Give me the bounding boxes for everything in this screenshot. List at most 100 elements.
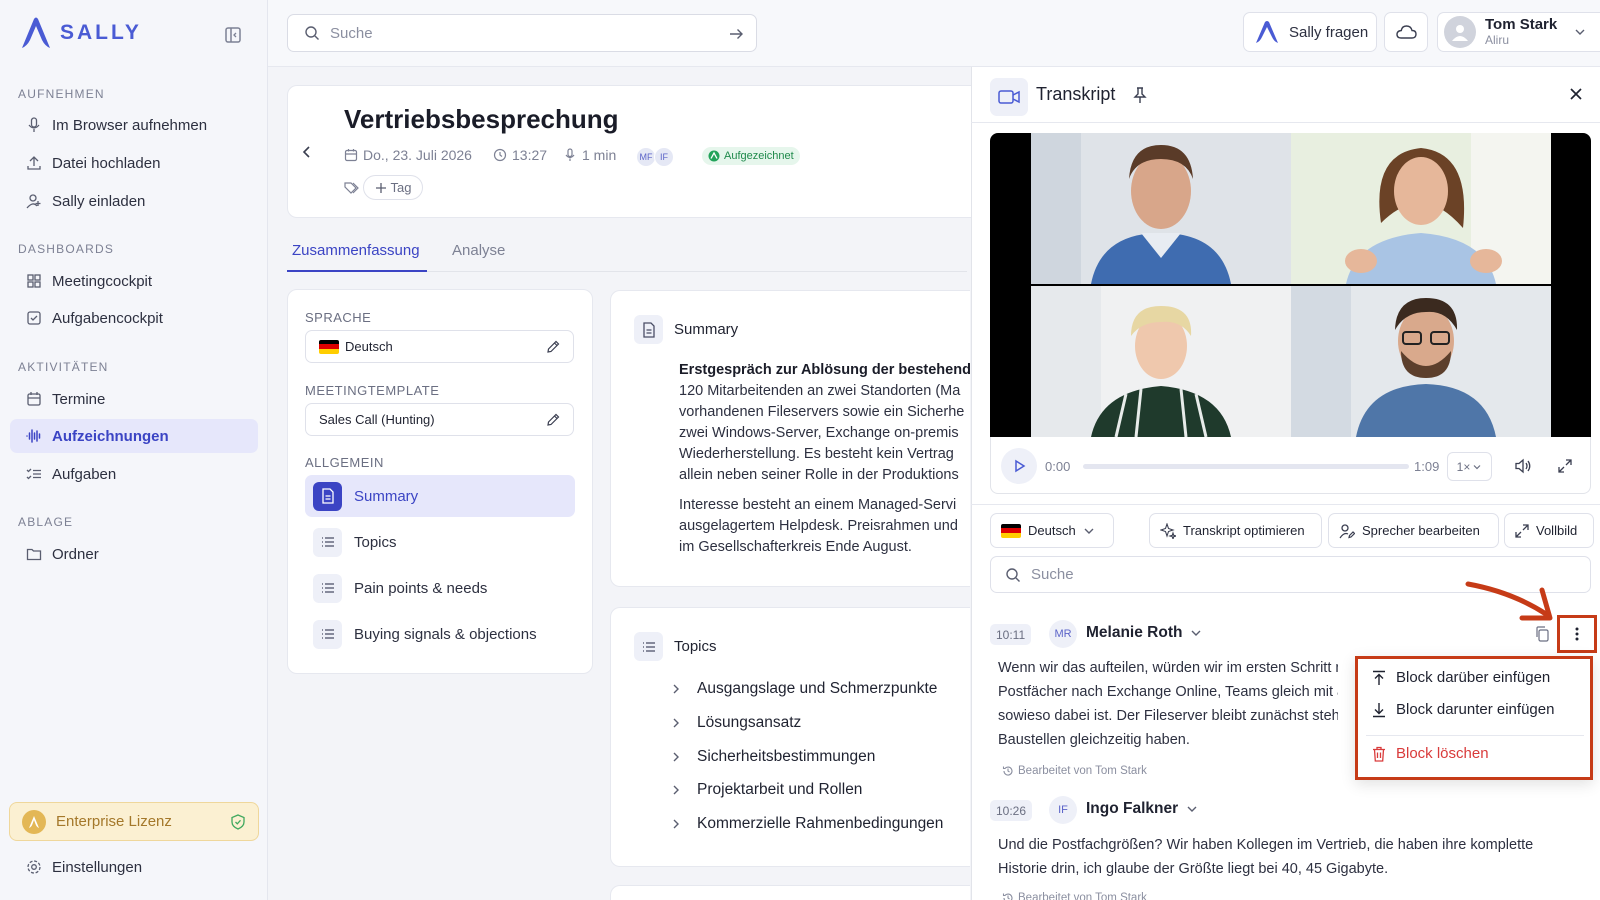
menu-delete-block[interactable]: Block löschen: [1372, 745, 1489, 762]
checklist-icon: [26, 468, 41, 480]
total-time: 1:09: [1414, 459, 1440, 474]
global-search-input[interactable]: Suche: [287, 14, 757, 52]
volume-icon[interactable]: [1514, 458, 1532, 474]
list-icon: [634, 632, 663, 661]
template-select[interactable]: Sales Call (Hunting): [305, 403, 574, 436]
summary-line: Wiederherstellung. Es besteht kein Vertr…: [679, 446, 954, 462]
video-player[interactable]: [990, 133, 1591, 437]
cloud-icon: [1396, 25, 1417, 39]
block-timestamp[interactable]: 10:11: [990, 624, 1032, 645]
progress-bar[interactable]: [1083, 464, 1409, 469]
section-item-topics[interactable]: Topics: [305, 521, 575, 563]
meeting-title: Vertriebsbesprechung: [344, 104, 619, 134]
nav-meetingcockpit[interactable]: Meetingcockpit: [10, 264, 258, 298]
chevron-right-icon: [673, 819, 679, 829]
topic-item[interactable]: Ausgangslage und Schmerzpunkte: [671, 680, 937, 698]
expand-icon[interactable]: [1558, 459, 1572, 473]
nav-ordner[interactable]: Ordner: [10, 537, 258, 571]
general-label: ALLGEMEIN: [305, 455, 384, 470]
shield-check-icon: [230, 814, 246, 830]
plus-icon: [375, 182, 386, 193]
menu-divider: [1366, 735, 1584, 736]
sidebar: SALLY AUFNEHMEN Im Browser aufnehmen Dat…: [0, 0, 268, 900]
tab-zusammenfassung[interactable]: Zusammenfassung: [292, 242, 420, 259]
optimize-transcript-button[interactable]: Transkript optimieren: [1149, 513, 1322, 548]
menu-insert-above[interactable]: Block darüber einfügen: [1372, 669, 1550, 686]
video-tile-participant-4: [1291, 286, 1551, 437]
topic-item[interactable]: Projektarbeit und Rollen: [671, 781, 862, 799]
topic-label: Ausgangslage und Schmerzpunkte: [697, 680, 938, 697]
transcript-language-select[interactable]: Deutsch: [990, 513, 1114, 548]
meeting-date: Do., 23. Juli 2026: [344, 147, 472, 163]
nav-termine[interactable]: Termine: [10, 382, 258, 416]
pencil-icon[interactable]: [545, 339, 561, 355]
collapse-sidebar-icon[interactable]: [224, 26, 242, 44]
ask-sally-button[interactable]: Sally fragen: [1243, 12, 1377, 52]
user-name: Tom Stark: [1485, 16, 1558, 33]
status-text: Aufgezeichnet: [724, 150, 794, 162]
more-options-button[interactable]: [1557, 615, 1597, 653]
section-item-summary[interactable]: Summary: [305, 475, 575, 517]
chevron-down-icon: [1191, 630, 1201, 636]
enterprise-license[interactable]: Enterprise Lizenz: [9, 802, 259, 841]
speed-select[interactable]: 1×: [1447, 452, 1492, 481]
language-select[interactable]: Deutsch: [305, 330, 574, 363]
speaker-select[interactable]: Ingo Falkner: [1086, 800, 1198, 818]
topic-item[interactable]: Kommerzielle Rahmenbedingungen: [671, 815, 943, 833]
edited-text: Bearbeitet von Tom Stark: [1018, 765, 1147, 777]
close-icon[interactable]: [1569, 87, 1583, 101]
sally-logo[interactable]: SALLY: [18, 16, 142, 50]
edit-speakers-button[interactable]: Sprecher bearbeiten: [1328, 513, 1499, 548]
user-menu[interactable]: Tom Stark Aliru: [1437, 12, 1600, 52]
menu-label: Block darunter einfügen: [1396, 701, 1555, 718]
block-timestamp[interactable]: 10:26: [990, 800, 1033, 821]
topics-title: Topics: [674, 638, 717, 655]
nav-label: Einstellungen: [52, 858, 143, 876]
arrow-right-icon[interactable]: [728, 26, 744, 42]
template-label: MEETINGTEMPLATE: [305, 383, 440, 398]
tab-analyse[interactable]: Analyse: [452, 242, 505, 259]
back-arrow-icon[interactable]: [300, 145, 314, 159]
participants[interactable]: MF IF: [636, 147, 674, 167]
chevron-down-icon: [1187, 806, 1197, 812]
history-icon: [1002, 893, 1013, 900]
copy-icon[interactable]: [1535, 626, 1549, 642]
topic-item[interactable]: Sicherheitsbestimmungen: [671, 748, 875, 766]
topic-label: Projektarbeit und Rollen: [697, 781, 863, 798]
fullscreen-button[interactable]: Vollbild: [1504, 513, 1594, 548]
speaker-avatar: MR: [1049, 620, 1077, 648]
license-label: Enterprise Lizenz: [56, 813, 172, 830]
user-company: Aliru: [1485, 33, 1510, 47]
upload-icon: [27, 156, 41, 170]
summary-line: zwei Windows-Server, Exchange on-premis: [679, 425, 959, 441]
gear-icon: [27, 860, 41, 874]
pencil-icon[interactable]: [545, 412, 561, 428]
brand-name: SALLY: [60, 21, 142, 44]
list-icon: [313, 573, 342, 603]
summary-line: vorhandenen Fileservers sowie ein Sicher…: [679, 404, 965, 420]
topic-item[interactable]: Lösungsansatz: [671, 714, 801, 732]
nav-aufzeichnungen[interactable]: Aufzeichnungen: [10, 419, 258, 453]
nav-aufgaben[interactable]: Aufgaben: [10, 457, 258, 491]
menu-insert-below[interactable]: Block darunter einfügen: [1372, 701, 1554, 718]
trash-icon: [1373, 746, 1385, 762]
nav-browser-record[interactable]: Im Browser aufnehmen: [10, 108, 258, 142]
nav-upload-file[interactable]: Datei hochladen: [10, 146, 258, 180]
cloud-button[interactable]: [1384, 12, 1428, 52]
nav-settings[interactable]: Einstellungen: [10, 850, 258, 884]
pin-icon[interactable]: [1133, 86, 1147, 104]
section-item-buying-signals[interactable]: Buying signals & objections: [305, 613, 575, 655]
list-icon: [313, 619, 342, 649]
speaker-select[interactable]: Melanie Roth: [1086, 624, 1202, 642]
summary-line: allein neben seiner Rolle in der Produkt…: [679, 467, 959, 483]
nav-aufgabencockpit[interactable]: Aufgabencockpit: [10, 301, 258, 335]
video-tile-participant-1: [1031, 133, 1291, 284]
nav-label: Aufgabencockpit: [52, 309, 163, 327]
nav-invite-sally[interactable]: Sally einladen: [10, 184, 258, 218]
add-tag-button[interactable]: Tag: [363, 175, 423, 200]
time-text: 13:27: [512, 147, 548, 163]
play-button[interactable]: [1001, 448, 1037, 484]
sally-icon: [1256, 21, 1278, 43]
section-item-pain-points[interactable]: Pain points & needs: [305, 567, 575, 609]
clock-icon: [493, 148, 507, 162]
